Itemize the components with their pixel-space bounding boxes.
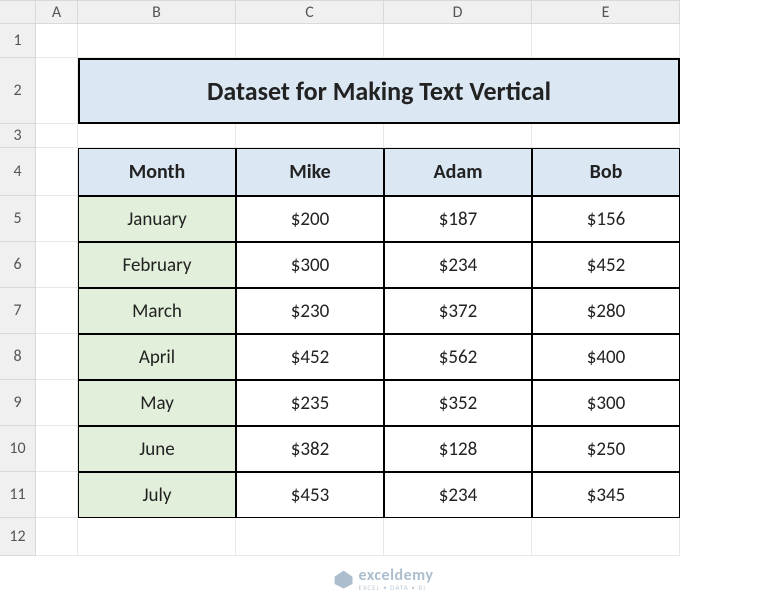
cell[interactable] [532, 518, 680, 556]
cell[interactable] [532, 124, 680, 148]
cell[interactable] [36, 472, 78, 518]
table-row[interactable]: $280 [532, 288, 680, 334]
cell[interactable] [384, 124, 532, 148]
table-row[interactable]: $452 [236, 334, 384, 380]
row-header-9[interactable]: 9 [0, 380, 36, 426]
cell[interactable] [36, 242, 78, 288]
cell[interactable] [36, 380, 78, 426]
row-header-3[interactable]: 3 [0, 124, 36, 148]
col-header-C[interactable]: C [236, 0, 384, 24]
select-all-corner[interactable] [0, 0, 36, 24]
table-header-month[interactable]: Month [78, 148, 236, 196]
cell[interactable] [384, 24, 532, 58]
table-row[interactable]: $156 [532, 196, 680, 242]
table-row[interactable]: April [78, 334, 236, 380]
col-header-B[interactable]: B [78, 0, 236, 24]
cell[interactable] [236, 24, 384, 58]
table-row[interactable]: $400 [532, 334, 680, 380]
cell[interactable] [36, 24, 78, 58]
table-row[interactable]: May [78, 380, 236, 426]
row-header-7[interactable]: 7 [0, 288, 36, 334]
table-row[interactable]: $235 [236, 380, 384, 426]
cell[interactable] [36, 196, 78, 242]
row-header-11[interactable]: 11 [0, 472, 36, 518]
table-row[interactable]: $300 [532, 380, 680, 426]
table-row[interactable]: January [78, 196, 236, 242]
hexagon-icon [335, 571, 353, 589]
watermark-brand: exceldemy [359, 568, 434, 584]
cell[interactable] [78, 518, 236, 556]
col-header-E[interactable]: E [532, 0, 680, 24]
col-header-A[interactable]: A [36, 0, 78, 24]
row-header-2[interactable]: 2 [0, 58, 36, 124]
table-row[interactable]: February [78, 242, 236, 288]
row-header-1[interactable]: 1 [0, 24, 36, 58]
cell[interactable] [384, 518, 532, 556]
table-row[interactable]: March [78, 288, 236, 334]
table-row[interactable]: $372 [384, 288, 532, 334]
table-row[interactable]: $200 [236, 196, 384, 242]
cell[interactable] [36, 426, 78, 472]
table-row[interactable]: $453 [236, 472, 384, 518]
table-row[interactable]: July [78, 472, 236, 518]
cell[interactable] [236, 124, 384, 148]
watermark: exceldemy EXCEL • DATA • BI [335, 568, 434, 591]
table-row[interactable]: $128 [384, 426, 532, 472]
row-header-5[interactable]: 5 [0, 196, 36, 242]
row-header-8[interactable]: 8 [0, 334, 36, 380]
cell[interactable] [36, 334, 78, 380]
cell[interactable] [36, 124, 78, 148]
table-row[interactable]: $250 [532, 426, 680, 472]
cell[interactable] [236, 518, 384, 556]
watermark-text: exceldemy EXCEL • DATA • BI [359, 568, 434, 591]
table-row[interactable]: $345 [532, 472, 680, 518]
col-header-D[interactable]: D [384, 0, 532, 24]
table-row[interactable]: $452 [532, 242, 680, 288]
row-header-10[interactable]: 10 [0, 426, 36, 472]
table-row[interactable]: $234 [384, 242, 532, 288]
watermark-tagline: EXCEL • DATA • BI [359, 584, 434, 591]
table-row[interactable]: June [78, 426, 236, 472]
spreadsheet-grid: A B C D E 1 2 Dataset for Making Text Ve… [0, 0, 768, 556]
row-header-4[interactable]: 4 [0, 148, 36, 196]
cell[interactable] [36, 288, 78, 334]
table-row[interactable]: $382 [236, 426, 384, 472]
table-header-bob[interactable]: Bob [532, 148, 680, 196]
table-row[interactable]: $230 [236, 288, 384, 334]
cell[interactable] [78, 124, 236, 148]
table-row[interactable]: $234 [384, 472, 532, 518]
row-header-12[interactable]: 12 [0, 518, 36, 556]
cell[interactable] [36, 58, 78, 124]
table-header-adam[interactable]: Adam [384, 148, 532, 196]
cell[interactable] [36, 518, 78, 556]
cell[interactable] [78, 24, 236, 58]
table-row[interactable]: $300 [236, 242, 384, 288]
row-header-6[interactable]: 6 [0, 242, 36, 288]
table-header-mike[interactable]: Mike [236, 148, 384, 196]
table-row[interactable]: $352 [384, 380, 532, 426]
table-row[interactable]: $562 [384, 334, 532, 380]
title-cell[interactable]: Dataset for Making Text Vertical [78, 58, 680, 124]
cell[interactable] [532, 24, 680, 58]
cell[interactable] [36, 148, 78, 196]
table-row[interactable]: $187 [384, 196, 532, 242]
